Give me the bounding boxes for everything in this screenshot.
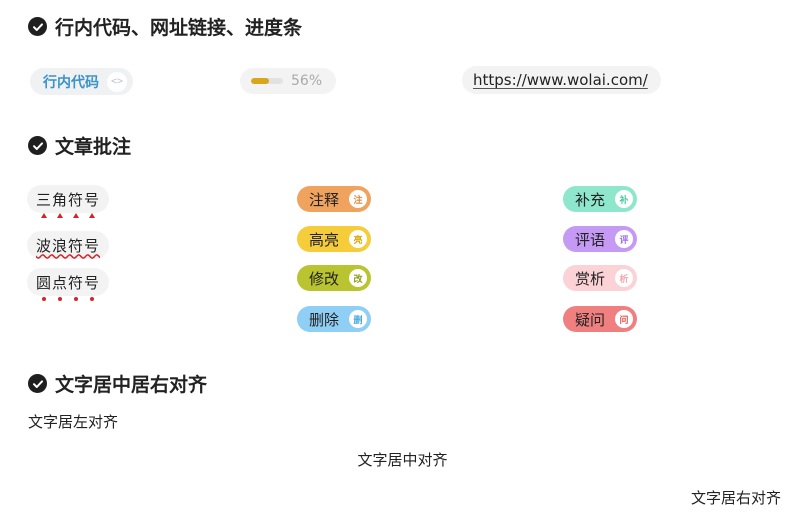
question-pill[interactable]: 疑问 问 — [563, 306, 638, 332]
dot-mark-text: 圆点符号 — [36, 272, 101, 301]
section-title: 文字居中居右对齐 — [55, 374, 208, 396]
revise-badge: 改 — [349, 269, 368, 287]
section-heading-annotation: 文章批注 — [28, 132, 131, 159]
link-chip[interactable]: https://www.wolai.com/ — [462, 66, 661, 94]
section-title: 文章批注 — [55, 136, 132, 158]
dot-marks — [36, 296, 100, 302]
triangle-marks — [36, 212, 100, 219]
pill-label: 高亮 — [309, 230, 340, 249]
pill-label: 赏析 — [575, 269, 606, 288]
inline-code-text: 行内代码 — [43, 74, 99, 91]
progress-chip[interactable]: 56% — [240, 68, 337, 94]
supplement-badge: 补 — [615, 190, 634, 208]
right-aligned-text: 文字居右对齐 — [690, 489, 781, 507]
inline-code-chip[interactable]: 行内代码 <> — [30, 68, 133, 95]
progress-label: 56% — [291, 73, 323, 89]
triangle-mark-chip[interactable]: 三角符号 — [27, 185, 110, 218]
pill-label: 评语 — [575, 230, 606, 249]
check-circle-icon — [28, 374, 47, 393]
triangle-mark-text: 三角符号 — [36, 189, 101, 218]
question-badge: 问 — [615, 310, 634, 328]
comment-pill[interactable]: 评语 评 — [563, 226, 638, 252]
url-link[interactable]: https://www.wolai.com/ — [473, 71, 648, 89]
section-heading-inline: 行内代码、网址链接、进度条 — [28, 13, 302, 40]
wavy-mark-label: 波浪符号 — [36, 236, 101, 255]
delete-badge: 删 — [349, 310, 368, 328]
triangle-mark-label: 三角符号 — [36, 190, 101, 209]
highlight-badge: 亮 — [349, 230, 368, 248]
appreciate-badge: 析 — [615, 269, 634, 287]
progress-track — [251, 78, 283, 84]
wavy-mark-chip[interactable]: 波浪符号 — [27, 231, 110, 259]
revise-pill[interactable]: 修改 改 — [297, 265, 372, 291]
pill-label: 疑问 — [575, 310, 606, 329]
progress-fill — [251, 78, 269, 84]
highlight-pill[interactable]: 高亮 亮 — [297, 226, 372, 252]
section-heading-alignment: 文字居中居右对齐 — [28, 370, 207, 397]
dot-mark-label: 圆点符号 — [36, 273, 101, 292]
code-icon: <> — [107, 71, 127, 92]
pill-label: 删除 — [309, 310, 340, 329]
check-circle-icon — [28, 17, 47, 36]
dot-mark-chip[interactable]: 圆点符号 — [27, 268, 110, 301]
supplement-pill[interactable]: 补充 补 — [563, 186, 638, 212]
pill-label: 修改 — [309, 269, 340, 288]
appreciate-pill[interactable]: 赏析 析 — [563, 265, 638, 291]
section-title: 行内代码、网址链接、进度条 — [55, 17, 303, 39]
pill-label: 注释 — [309, 190, 340, 209]
center-aligned-text: 文字居中对齐 — [357, 451, 448, 469]
note-pill[interactable]: 注释 注 — [297, 186, 372, 212]
pill-label: 补充 — [575, 190, 606, 209]
delete-pill[interactable]: 删除 删 — [297, 306, 372, 332]
comment-badge: 评 — [615, 230, 634, 248]
note-badge: 注 — [349, 190, 368, 208]
check-circle-icon — [28, 136, 47, 155]
left-aligned-text: 文字居左对齐 — [28, 413, 119, 431]
